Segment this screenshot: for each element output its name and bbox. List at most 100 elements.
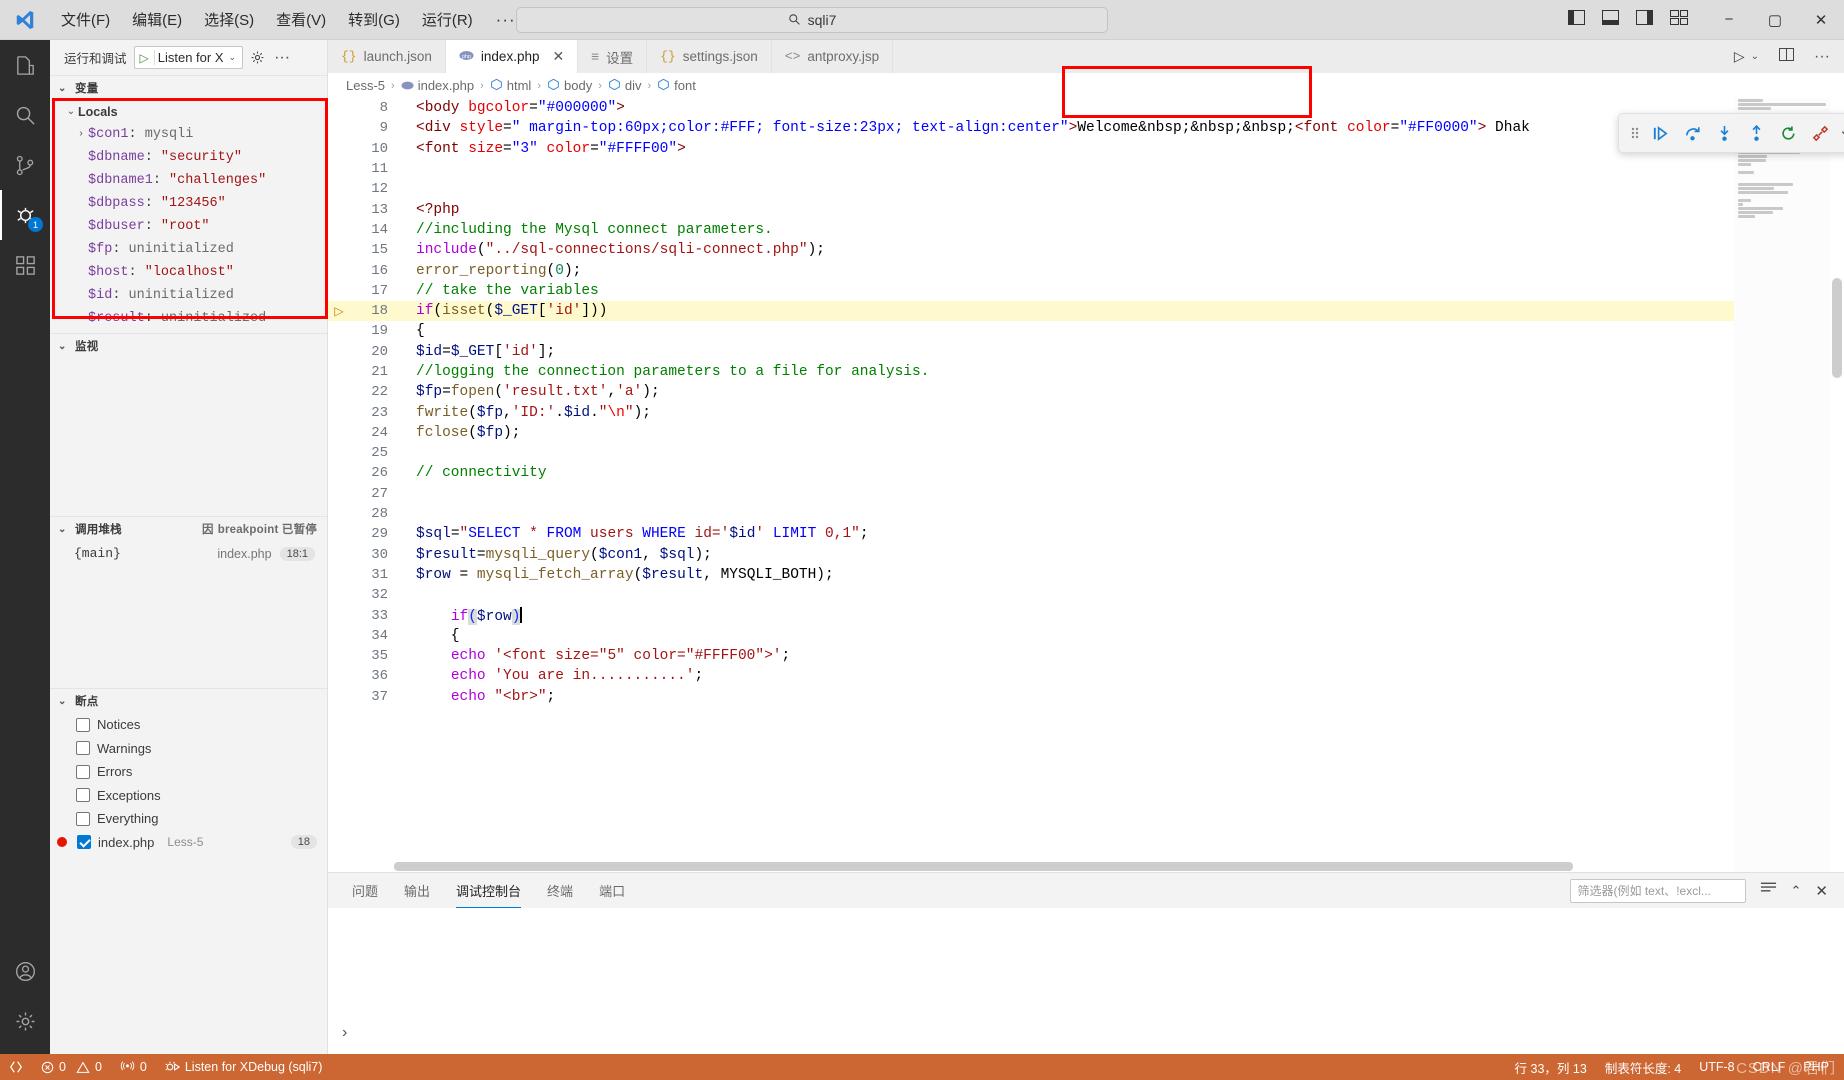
variable-row[interactable]: $dbpass: "123456" [50, 192, 327, 215]
radio-tower-button[interactable]: 0 [111, 1054, 156, 1080]
debug-toolbar[interactable] [1618, 113, 1844, 153]
code-line[interactable]: 30 $result=mysqli_query($con1, $sql); [328, 545, 1844, 565]
code-line[interactable]: ▷ 18 if(isset($_GET['id'])) [328, 300, 1844, 322]
variable-row[interactable]: $host: "localhost" [50, 261, 327, 284]
code-line[interactable]: 37 echo "<br>"; [328, 687, 1844, 707]
sidebar-item-explorer[interactable] [0, 40, 50, 90]
code-line[interactable]: 32 [328, 585, 1844, 605]
section-callstack[interactable]: ⌄ 调用堆栈 因 breakpoint 已暂停 [50, 516, 327, 541]
breakpoint-filter-notices[interactable]: Notices [50, 713, 327, 737]
code-line[interactable]: 14 //including the Mysql connect paramete… [328, 220, 1844, 240]
code-line[interactable]: 9 <div style=" margin-top:60px;color:#FFF… [328, 118, 1844, 138]
chevron-right-icon[interactable]: › [342, 1024, 347, 1042]
debug-session-status[interactable]: Listen for XDebug (sqli7) [156, 1054, 332, 1080]
checkbox[interactable] [76, 717, 90, 732]
more-actions-icon[interactable]: ··· [1814, 48, 1830, 66]
chevron-down-icon[interactable]: ⌄ [229, 52, 237, 63]
code-line[interactable]: 35 echo '<font size="5" color="#FFFF00">… [328, 646, 1844, 666]
checkbox[interactable] [76, 788, 90, 803]
chevron-up-icon[interactable]: ⌃ [1791, 883, 1802, 899]
sidebar-item-extensions[interactable] [0, 240, 50, 290]
breakpoint-filter-errors[interactable]: Errors [50, 760, 327, 784]
menu-run[interactable]: 运行(R) [411, 5, 484, 34]
checkbox[interactable] [76, 811, 90, 826]
code-line[interactable]: 26 // connectivity [328, 463, 1844, 483]
manage-settings-button[interactable] [0, 996, 50, 1046]
play-icon[interactable]: ▷ [135, 51, 154, 65]
code-line[interactable]: 20 $id=$_GET['id']; [328, 342, 1844, 362]
tab-index-php[interactable]: php index.php ✕ [445, 40, 579, 73]
breakpoint-filter-everything[interactable]: Everything [50, 807, 327, 831]
close-icon[interactable]: ✕ [552, 48, 564, 65]
code-line[interactable]: 29 $sql="SELECT * FROM users WHERE id='$i… [328, 524, 1844, 544]
breakpoint-arrow-icon[interactable]: ▷ [328, 304, 350, 319]
variable-row[interactable]: › $con1: mysqli [50, 123, 327, 146]
tab-output[interactable]: 输出 [404, 873, 430, 908]
window-minimize-button[interactable]: − [1706, 0, 1752, 40]
code-line[interactable]: 21 //logging the connection parameters to… [328, 362, 1844, 382]
variable-row[interactable]: $dbname1: "challenges" [50, 169, 327, 192]
variable-row[interactable]: $dbname: "security" [50, 146, 327, 169]
minimap[interactable] [1734, 98, 1830, 872]
menu-file[interactable]: 文件(F) [50, 5, 121, 34]
checkbox[interactable] [76, 741, 90, 756]
code-line[interactable]: 33 if($row) [328, 605, 1844, 625]
menu-edit[interactable]: 编辑(E) [121, 5, 193, 34]
launch-configuration-select[interactable]: ▷ Listen for X ⌄ [133, 46, 244, 69]
customize-layout-icon[interactable] [1670, 9, 1688, 30]
chevron-right-icon[interactable]: › [74, 129, 88, 140]
checkbox[interactable] [76, 764, 90, 779]
menu-go[interactable]: 转到(G) [337, 5, 411, 34]
breakpoint-filter-exceptions[interactable]: Exceptions [50, 784, 327, 808]
code-line[interactable]: 23 fwrite($fp,'ID:'.$id."\n"); [328, 402, 1844, 422]
variable-row[interactable]: $fp: uninitialized [50, 238, 327, 261]
tab-settings-json[interactable]: {} settings.json [647, 40, 772, 73]
code-line[interactable]: 13 <?php [328, 199, 1844, 219]
section-variables[interactable]: ⌄ 变量 [50, 75, 327, 100]
breadcrumb-item-file[interactable]: index.php [401, 78, 474, 93]
code-line[interactable]: 16 error_reporting(0); [328, 260, 1844, 280]
more-actions-icon[interactable]: ··· [272, 49, 290, 67]
section-watch[interactable]: ⌄ 监视 [50, 333, 327, 358]
drag-handle-icon[interactable] [1627, 125, 1643, 141]
command-center[interactable]: sqli7 [516, 6, 1108, 33]
step-out-icon[interactable] [1741, 117, 1771, 149]
editor-vertical-scrollbar[interactable] [1830, 98, 1844, 872]
tab-debug-console[interactable]: 调试控制台 [456, 873, 522, 908]
restart-icon[interactable] [1773, 117, 1803, 149]
code-line[interactable]: 22 $fp=fopen('result.txt','a'); [328, 382, 1844, 402]
step-over-icon[interactable] [1677, 117, 1707, 149]
gear-icon[interactable] [250, 50, 265, 65]
window-close-button[interactable]: ✕ [1798, 0, 1844, 40]
tab-terminal[interactable]: 终端 [547, 873, 573, 908]
breadcrumb-item-body[interactable]: body [547, 78, 592, 94]
remote-window-button[interactable] [0, 1054, 32, 1080]
code-line[interactable]: 36 echo 'You are in...........'; [328, 666, 1844, 686]
code-editor[interactable]: 8 <body bgcolor="#000000"> 9 <div style=" m… [328, 98, 1844, 872]
tab-size[interactable]: 制表符长度: 4 [1596, 1054, 1690, 1080]
variable-row[interactable]: $id: uninitialized [50, 284, 327, 307]
code-line[interactable]: 12 [328, 179, 1844, 199]
tab-settings[interactable]: ≡ 设置 [578, 40, 648, 73]
menu-view[interactable]: 查看(V) [265, 5, 337, 34]
sidebar-item-source-control[interactable] [0, 140, 50, 190]
code-line[interactable]: 11 [328, 159, 1844, 179]
breakpoint-file-row[interactable]: index.php Less-5 18 [50, 831, 327, 855]
toggle-panel-icon[interactable] [1602, 9, 1619, 30]
menu-selection[interactable]: 选择(S) [193, 5, 265, 34]
toggle-secondary-sidebar-icon[interactable] [1636, 9, 1653, 30]
scrollbar-thumb[interactable] [394, 862, 1574, 871]
code-line[interactable]: 8 <body bgcolor="#000000"> [328, 98, 1844, 118]
code-line[interactable]: 10 <font size="3" color="#FFFF00"> [328, 139, 1844, 159]
code-line[interactable]: 24 fclose($fp); [328, 423, 1844, 443]
window-maximize-button[interactable]: ▢ [1752, 0, 1798, 40]
breadcrumb-item-div[interactable]: div [608, 78, 642, 94]
run-icon[interactable]: ▷ [1734, 48, 1745, 65]
variable-row[interactable]: $dbuser: "root" [50, 215, 327, 238]
breadcrumb-item-font[interactable]: font [657, 78, 696, 94]
variables-scope-locals[interactable]: ⌄ Locals [50, 100, 327, 123]
chevron-down-icon[interactable]: ⌄ [1751, 51, 1759, 62]
section-breakpoints[interactable]: ⌄ 断点 [50, 688, 327, 713]
accounts-button[interactable] [0, 946, 50, 996]
code-line[interactable]: 34 { [328, 626, 1844, 646]
